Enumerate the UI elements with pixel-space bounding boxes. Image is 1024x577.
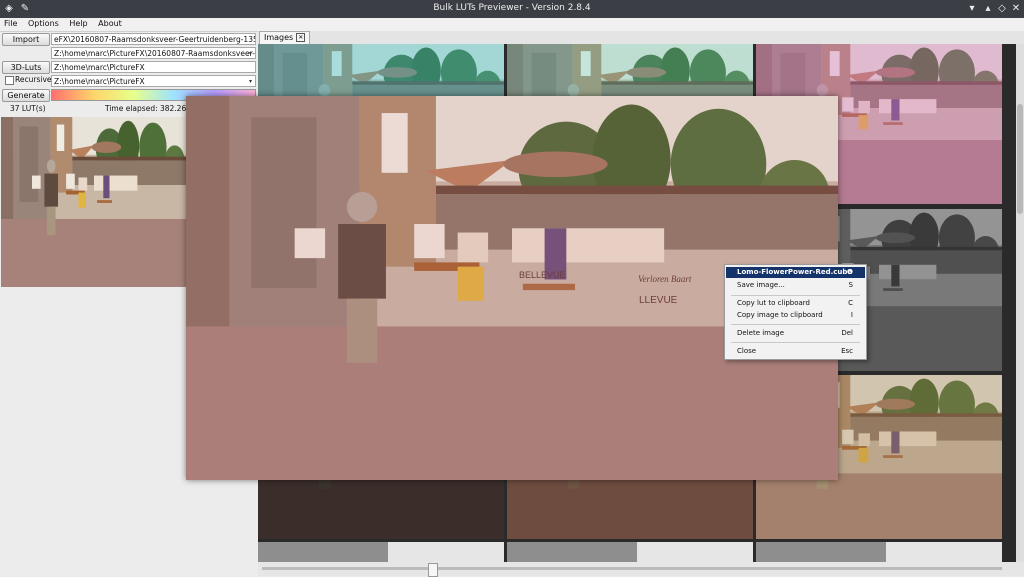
- thumbnail[interactable]: [756, 542, 1002, 562]
- menu-about[interactable]: About: [94, 18, 126, 28]
- close-tab-icon[interactable]: ✕: [296, 33, 306, 42]
- context-item-delete-image[interactable]: Delete image Del: [726, 328, 865, 339]
- image-combo[interactable]: Z:\home\marc\PictureFX\20160807-Raamsdon…: [51, 47, 256, 59]
- vertical-scrollbar[interactable]: [1016, 44, 1024, 562]
- menu-bar: File Options Help About: [0, 18, 1024, 32]
- context-item-copy-lut[interactable]: Copy lut to clipboard C: [726, 298, 865, 309]
- minimize-icon[interactable]: ▾: [966, 3, 978, 15]
- context-item-label: Lomo-FlowerPower-Red.cube: [737, 268, 853, 276]
- context-item-copy-image[interactable]: Copy image to clipboard I: [726, 310, 865, 321]
- menu-options[interactable]: Options: [24, 18, 63, 28]
- context-item-label: Copy lut to clipboard: [737, 299, 810, 307]
- preview-sign-right: LLEVUE: [639, 295, 678, 306]
- context-item-close[interactable]: Close Esc: [726, 346, 865, 357]
- scroll-handle[interactable]: [1017, 104, 1023, 214]
- image-combo-value: Z:\home\marc\PictureFX\20160807-Raamsdon…: [54, 49, 256, 58]
- menu-separator: [731, 342, 860, 343]
- window-title: Bulk LUTs Previewer - Version 2.8.4: [433, 3, 591, 13]
- menu-separator: [731, 295, 860, 296]
- maximize-icon[interactable]: ▴: [982, 3, 994, 15]
- context-item-label: Close: [737, 347, 757, 355]
- time-elapsed: Time elapsed: 382.263s: [105, 104, 195, 113]
- context-item-label: Save image...: [737, 281, 785, 289]
- 3d-luts-button[interactable]: 3D-Luts: [2, 61, 50, 74]
- import-path-field[interactable]: eFX\20160807-Raamsdonksveer-Geertruidenb…: [51, 33, 256, 45]
- output-combo-value: Z:\home\marc\PictureFX: [54, 77, 145, 86]
- recursive-checkbox[interactable]: [5, 76, 14, 85]
- source-image: [1, 117, 187, 287]
- window-titlebar: ◈ ✎ Bulk LUTs Previewer - Version 2.8.4 …: [0, 0, 1024, 18]
- thumbnail[interactable]: [507, 542, 753, 562]
- context-item-shortcut: Del: [841, 329, 853, 337]
- luts-path-field[interactable]: Z:\home\marc\PictureFX: [51, 61, 256, 73]
- thumbnail[interactable]: [258, 542, 504, 562]
- preview-sign-left: BELLEVUE: [519, 270, 566, 280]
- chevron-down-icon: ▾: [248, 50, 252, 57]
- context-item-shortcut: Esc: [841, 347, 853, 355]
- scroll-track: [262, 567, 1002, 570]
- lut-count: 37 LUT(s): [10, 104, 46, 113]
- preview-sign-mid: Verloren Baart: [638, 274, 692, 284]
- context-item-label: Delete image: [737, 329, 785, 337]
- generate-button[interactable]: Generate: [2, 89, 50, 102]
- context-item-shortcut: I: [850, 311, 853, 319]
- menu-help[interactable]: Help: [65, 18, 91, 28]
- close-window-icon[interactable]: ✕: [1010, 3, 1022, 15]
- context-item-shortcut: O: [847, 268, 853, 276]
- context-item-shortcut: C: [848, 299, 853, 307]
- context-menu: Lomo-FlowerPower-Red.cube O Save image...…: [724, 264, 867, 360]
- context-item-lut-name[interactable]: Lomo-FlowerPower-Red.cube O: [726, 267, 865, 278]
- import-button[interactable]: Import: [2, 33, 50, 46]
- context-item-label: Copy image to clipboard: [737, 311, 823, 319]
- menu-file[interactable]: File: [0, 18, 21, 28]
- tab-bar: Images ✕: [258, 31, 1024, 45]
- restore-icon[interactable]: ◇: [996, 3, 1008, 15]
- chevron-down-icon: ▾: [248, 78, 252, 85]
- output-combo[interactable]: Z:\home\marc\PictureFX ▾: [51, 75, 256, 87]
- menu-separator: [731, 324, 860, 325]
- tab-images-label: Images: [264, 33, 294, 42]
- recursive-label: Recursive: [15, 75, 52, 84]
- context-item-shortcut: S: [848, 281, 853, 289]
- context-item-save-image[interactable]: Save image... S: [726, 280, 865, 291]
- scroll-handle[interactable]: [428, 563, 438, 577]
- tab-images[interactable]: Images ✕: [259, 31, 311, 44]
- horizontal-scrollbar[interactable]: [258, 562, 1024, 577]
